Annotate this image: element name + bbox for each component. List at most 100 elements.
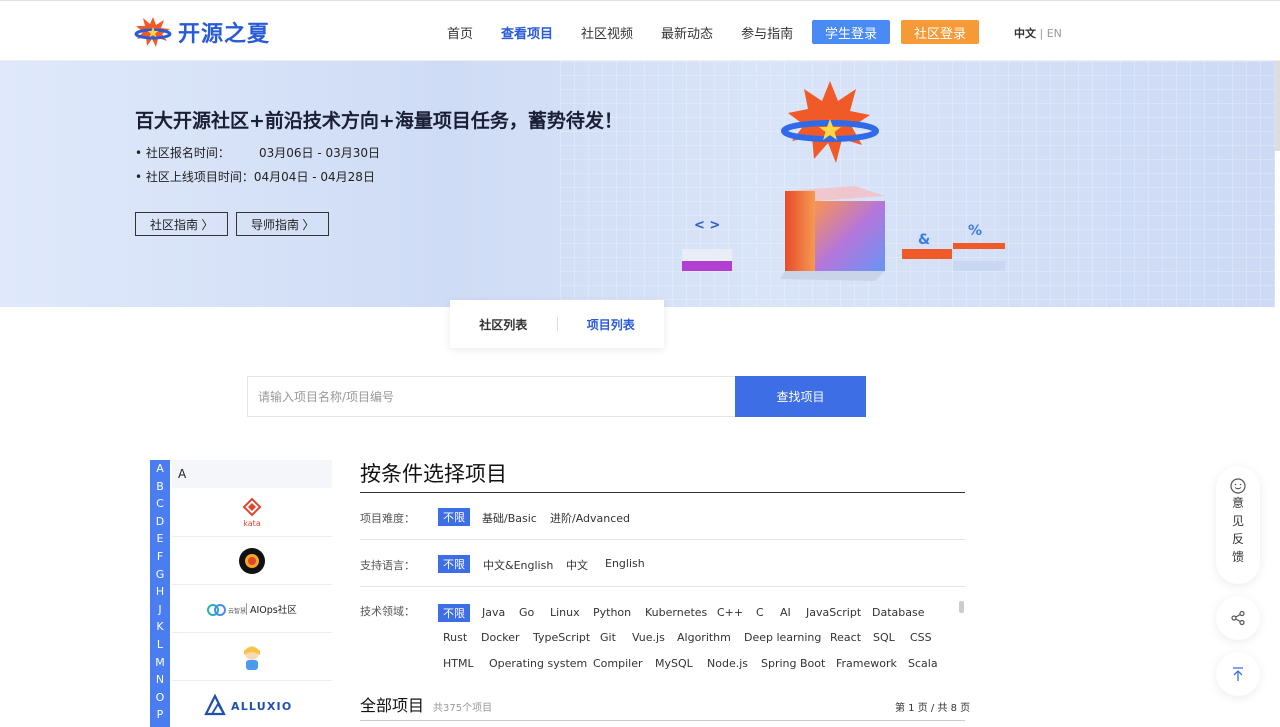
- tech-option[interactable]: Database: [872, 606, 925, 619]
- difficulty-option-advanced[interactable]: 进阶/Advanced: [550, 510, 630, 526]
- alpha-letter[interactable]: H: [150, 583, 170, 601]
- student-login-button[interactable]: 学生登录: [812, 20, 890, 44]
- search-project-button[interactable]: 查找项目: [735, 376, 866, 417]
- alpha-letter[interactable]: O: [150, 689, 170, 707]
- tech-option[interactable]: Go: [519, 606, 534, 619]
- community-login-button[interactable]: 社区登录: [901, 20, 979, 44]
- online-time-label: • 社区上线项目时间：: [135, 170, 254, 184]
- smile-icon: [1230, 478, 1246, 494]
- language-option-bilingual[interactable]: 中文&English: [483, 557, 553, 573]
- lang-en[interactable]: EN: [1047, 27, 1062, 40]
- tech-option[interactable]: Deep learning: [744, 631, 821, 644]
- language-switch: 中文 | EN: [1014, 25, 1062, 41]
- alpha-letter[interactable]: D: [150, 513, 170, 531]
- alpha-letter[interactable]: P: [150, 706, 170, 724]
- lang-zh[interactable]: 中文: [1014, 27, 1036, 40]
- mascot-logo-icon: [244, 645, 260, 670]
- language-option-english[interactable]: English: [605, 557, 645, 570]
- alluxio-logo-icon: ALLUXIO: [204, 694, 292, 716]
- filter-divider: [360, 586, 965, 587]
- difficulty-option-basic[interactable]: 基础/Basic: [482, 510, 537, 526]
- alpha-letter[interactable]: G: [150, 566, 170, 584]
- aiops-logo-icon: 云智慧 AIOps社区: [207, 602, 297, 616]
- tech-option[interactable]: Scala: [908, 657, 938, 670]
- mentor-guide-button[interactable]: 导师指南 〉: [236, 212, 330, 236]
- page-scrollbar[interactable]: [1275, 61, 1280, 151]
- filter-divider: [360, 539, 965, 540]
- tech-option[interactable]: React: [830, 631, 861, 644]
- tech-option[interactable]: Docker: [481, 631, 520, 644]
- tech-option[interactable]: CSS: [910, 631, 932, 644]
- nav-news[interactable]: 最新动态: [661, 23, 713, 42]
- alluxio-logo-text: ALLUXIO: [231, 700, 292, 713]
- tech-option[interactable]: Kubernetes: [645, 606, 707, 619]
- community-logo-alluxio[interactable]: ALLUXIO: [172, 681, 332, 727]
- community-guide-button[interactable]: 社区指南 〉: [135, 212, 229, 236]
- registration-time: • 社区报名时间： 03月06日 - 03月30日: [135, 144, 380, 161]
- nav-videos[interactable]: 社区视频: [581, 23, 633, 42]
- community-logo-aiops[interactable]: 云智慧 AIOps社区: [172, 585, 332, 633]
- tech-option-any[interactable]: 不限: [438, 604, 470, 622]
- lang-separator: |: [1039, 27, 1044, 40]
- tech-option[interactable]: C: [756, 606, 764, 619]
- tech-option[interactable]: Linux: [550, 606, 580, 619]
- language-option-any[interactable]: 不限: [438, 555, 470, 573]
- tech-option[interactable]: AI: [780, 606, 791, 619]
- alpha-letter[interactable]: M: [150, 654, 170, 672]
- share-button[interactable]: [1216, 596, 1260, 640]
- community-circle-logo-icon: [239, 547, 265, 574]
- tech-option[interactable]: Operating system: [489, 657, 587, 670]
- tab-project-list[interactable]: 项目列表: [558, 316, 665, 333]
- amp-symbol: &: [918, 232, 930, 248]
- tech-option[interactable]: Vue.js: [632, 631, 665, 644]
- tech-option[interactable]: Git: [600, 631, 616, 644]
- alpha-letter[interactable]: C: [150, 495, 170, 513]
- site-logo[interactable]: 开源之夏: [134, 15, 270, 49]
- feedback-button[interactable]: 意 见 反 馈: [1216, 466, 1260, 584]
- tech-option[interactable]: HTML: [443, 657, 474, 670]
- tech-option[interactable]: TypeScript: [533, 631, 590, 644]
- tech-option[interactable]: Java: [482, 606, 505, 619]
- tech-option[interactable]: Node.js: [707, 657, 748, 670]
- community-logo-item[interactable]: [172, 537, 332, 585]
- alpha-letter[interactable]: E: [150, 530, 170, 548]
- tech-option[interactable]: Compiler: [593, 657, 643, 670]
- alpha-letter[interactable]: J: [150, 601, 170, 619]
- feedback-char: 见: [1231, 514, 1244, 528]
- aiops-name-text: AIOps社区: [250, 604, 297, 616]
- tech-option[interactable]: C++: [717, 606, 743, 619]
- nav-projects[interactable]: 查看项目: [501, 23, 553, 42]
- tech-option[interactable]: JavaScript: [806, 606, 861, 619]
- nav-guide[interactable]: 参与指南: [741, 23, 793, 42]
- tech-option[interactable]: Rust: [443, 631, 467, 644]
- tech-filter-scrollbar[interactable]: [959, 601, 964, 613]
- tech-option[interactable]: MySQL: [655, 657, 693, 670]
- kata-logo-icon: kata: [242, 497, 262, 528]
- back-to-top-button[interactable]: [1216, 652, 1260, 696]
- current-letter-heading: A: [172, 460, 332, 488]
- project-search-input[interactable]: 请输入项目名称/项目编号: [247, 376, 735, 417]
- projects-divider: [360, 720, 965, 721]
- alpha-letter[interactable]: F: [150, 548, 170, 566]
- tech-option[interactable]: Framework: [836, 657, 897, 670]
- tech-option[interactable]: Algorithm: [677, 631, 731, 644]
- language-option-chinese[interactable]: 中文: [566, 557, 588, 573]
- alpha-letter[interactable]: K: [150, 618, 170, 636]
- community-logo-kata[interactable]: kata: [172, 489, 332, 537]
- tech-option[interactable]: Spring Boot: [761, 657, 825, 670]
- logo-text: 开源之夏: [178, 22, 271, 47]
- top-header: 开源之夏 首页 查看项目 社区视频 最新动态 参与指南 学生登录 社区登录 中文…: [0, 0, 1280, 61]
- all-projects-title: 全部项目: [360, 696, 425, 715]
- tech-option[interactable]: Python: [593, 606, 631, 619]
- alpha-letter[interactable]: B: [150, 478, 170, 496]
- alpha-letter[interactable]: L: [150, 636, 170, 654]
- difficulty-option-any[interactable]: 不限: [438, 508, 470, 526]
- tech-option[interactable]: SQL: [873, 631, 895, 644]
- nav-home[interactable]: 首页: [447, 23, 473, 42]
- alpha-letter[interactable]: A: [150, 460, 170, 478]
- alpha-letter[interactable]: N: [150, 671, 170, 689]
- community-logo-item[interactable]: [172, 633, 332, 681]
- banner-title: 百大开源社区+前沿技术方向+海量项目任务，蓄势待发！: [135, 110, 623, 132]
- feedback-char: 反: [1231, 532, 1244, 546]
- tab-community-list[interactable]: 社区列表: [450, 316, 557, 333]
